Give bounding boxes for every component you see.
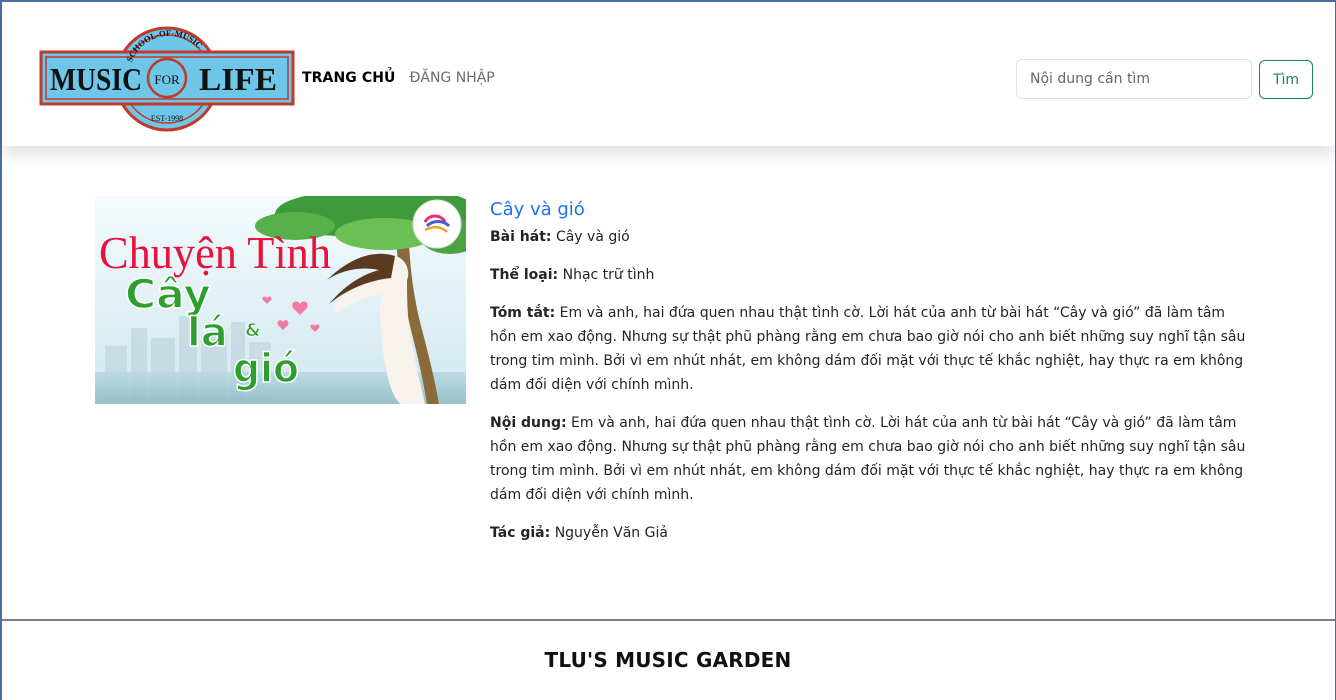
field-summary-label: Tóm tắt: bbox=[490, 305, 556, 321]
field-summary: Tóm tắt: Em và anh, hai đứa quen nhau th… bbox=[490, 301, 1250, 397]
field-content-label: Nội dung: bbox=[490, 415, 567, 431]
footer-divider bbox=[2, 619, 1335, 621]
field-author: Tác giả: Nguyễn Văn Giả bbox=[490, 521, 1250, 545]
search-button[interactable]: Tìm bbox=[1259, 60, 1313, 99]
cover-title-word2: lá bbox=[187, 310, 228, 356]
cover-title-line1: Chuyện Tình bbox=[99, 227, 331, 278]
site-logo[interactable]: MUSIC FOR LIFE SCHOOL-OF-MUSIC EST-1998 bbox=[38, 26, 296, 132]
song-title[interactable]: Cây và gió bbox=[490, 197, 1250, 223]
field-genre-value: Nhạc trữ tình bbox=[562, 267, 655, 283]
field-summary-value: Em và anh, hai đứa quen nhau thật tình c… bbox=[490, 305, 1246, 393]
field-song: Bài hát: Cây và gió bbox=[490, 225, 1250, 249]
search-input[interactable] bbox=[1016, 59, 1252, 99]
logo-right-word: LIFE bbox=[199, 61, 277, 97]
field-content: Nội dung: Em và anh, hai đứa quen nhau t… bbox=[490, 411, 1250, 507]
field-genre: Thể loại: Nhạc trữ tình bbox=[490, 263, 1250, 287]
field-author-value: Nguyễn Văn Giả bbox=[554, 525, 668, 541]
logo-left-word: MUSIC bbox=[50, 61, 142, 97]
nav-links: TRANG CHỦ ĐĂNG NHẬP bbox=[302, 70, 495, 86]
nav-home-link[interactable]: TRANG CHỦ bbox=[302, 70, 396, 86]
cover-title-amp: & bbox=[245, 320, 261, 341]
field-song-value: Cây và gió bbox=[555, 229, 630, 245]
field-genre-label: Thể loại: bbox=[490, 267, 559, 283]
song-details: Cây và gió Bài hát: Cây và gió Thể loại:… bbox=[490, 197, 1250, 559]
logo-bottom-text: EST-1998 bbox=[151, 114, 183, 123]
field-content-value: Em và anh, hai đứa quen nhau thật tình c… bbox=[490, 415, 1246, 503]
logo-center-word: FOR bbox=[154, 72, 180, 87]
song-cover-image: Chuyện Tình Cây lá & gió bbox=[95, 196, 466, 404]
field-author-label: Tác giả: bbox=[490, 525, 551, 541]
nav-login-link[interactable]: ĐĂNG NHẬP bbox=[410, 70, 495, 86]
navbar: MUSIC FOR LIFE SCHOOL-OF-MUSIC EST-1998 … bbox=[2, 2, 1335, 146]
footer-title: TLU'S MUSIC GARDEN bbox=[544, 648, 792, 672]
field-song-label: Bài hát: bbox=[490, 229, 552, 245]
cover-title-word3: gió bbox=[233, 346, 299, 392]
